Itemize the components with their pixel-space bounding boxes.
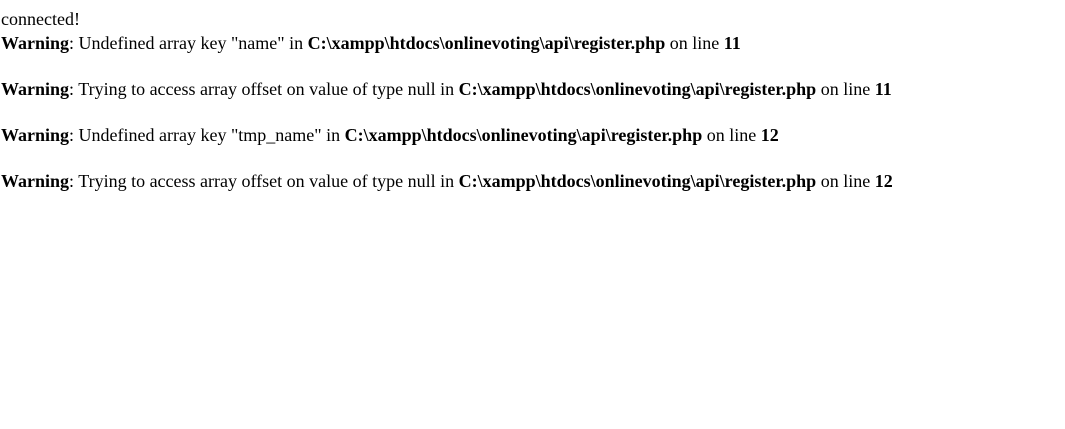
warning-text: : Undefined array key "tmp_name" in (69, 125, 345, 145)
warning-text: : Undefined array key "name" in (69, 33, 308, 53)
warning-file-path: C:\xampp\htdocs\onlinevoting\api\registe… (344, 125, 703, 145)
warning-label: Warning (1, 171, 70, 191)
warning-file-path: C:\xampp\htdocs\onlinevoting\api\registe… (458, 171, 817, 191)
warning-line-prefix: on line (816, 79, 875, 99)
warning-file-path: C:\xampp\htdocs\onlinevoting\api\registe… (458, 79, 817, 99)
warning-line-number: 12 (874, 171, 893, 191)
warning-message: Warning: Undefined array key "tmp_name" … (1, 123, 1065, 147)
warning-line-number: 11 (723, 33, 741, 53)
warning-label: Warning (1, 79, 70, 99)
warning-line-number: 12 (760, 125, 779, 145)
warning-message: Warning: Undefined array key "name" in C… (1, 31, 1065, 55)
warning-label: Warning (1, 33, 70, 53)
warning-file-path: C:\xampp\htdocs\onlinevoting\api\registe… (307, 33, 666, 53)
warning-line-prefix: on line (665, 33, 724, 53)
warning-message: Warning: Trying to access array offset o… (1, 77, 1065, 101)
warning-message: Warning: Trying to access array offset o… (1, 169, 1065, 193)
warning-line-prefix: on line (702, 125, 761, 145)
warning-text: : Trying to access array offset on value… (69, 79, 459, 99)
connection-status-text: connected! (1, 9, 80, 29)
warning-label: Warning (1, 125, 70, 145)
warning-list: Warning: Undefined array key "name" in C… (1, 31, 1065, 193)
warning-line-prefix: on line (816, 171, 875, 191)
warning-line-number: 11 (874, 79, 892, 99)
warning-text: : Trying to access array offset on value… (69, 171, 459, 191)
php-output-page: connected! Warning: Undefined array key … (0, 7, 1065, 429)
